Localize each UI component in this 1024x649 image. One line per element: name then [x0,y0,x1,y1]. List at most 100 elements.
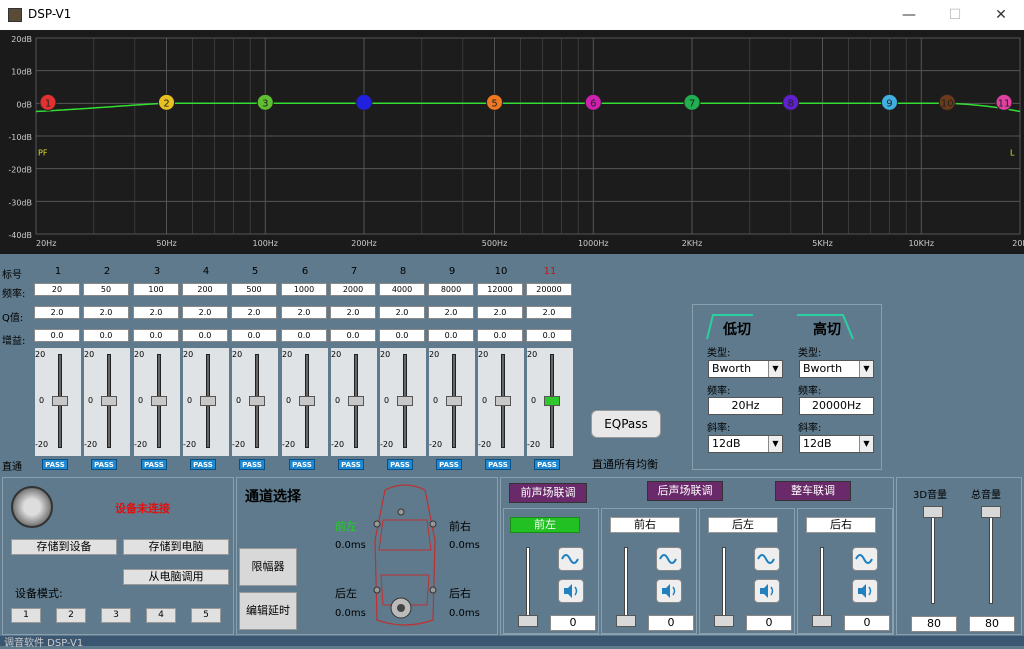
slider-thumb[interactable] [397,396,413,406]
slider-thumb[interactable] [101,396,117,406]
freq-input[interactable]: 100 [133,283,179,296]
slider-thumb[interactable] [151,396,167,406]
speaker-icon[interactable] [754,579,780,603]
front-link-button[interactable]: 前声场联调 [509,483,587,503]
gain-slider[interactable]: 20 0 -20 [232,348,278,456]
eq-graph-canvas[interactable]: 20dB 10dB 0dB -10dB -20dB -30dB -40dB 20Hz 50Hz 1… [0,30,1024,254]
channel-volume-track[interactable] [722,547,726,623]
q-input[interactable]: 2.0 [379,306,425,319]
rear-left-label[interactable]: 后左 [335,585,357,601]
freq-input[interactable]: 50 [83,283,129,296]
pass-toggle[interactable]: PASS [485,459,511,470]
high-slope-select[interactable]: 12dB ▼ [799,435,874,453]
rear-right-label[interactable]: 后右 [449,585,471,601]
gain-input[interactable]: 0.0 [379,329,425,342]
limiter-button[interactable]: 限幅器 [239,548,297,586]
slider-thumb[interactable] [446,396,462,406]
waveform-icon[interactable] [558,547,584,571]
low-type-select[interactable]: Bworth ▼ [708,360,783,378]
minimize-button[interactable]: — [886,0,932,30]
q-input[interactable]: 2.0 [281,306,327,319]
freq-input[interactable]: 2000 [330,283,376,296]
pass-toggle[interactable]: PASS [239,459,265,470]
pass-toggle[interactable]: PASS [91,459,117,470]
front-left-label[interactable]: 前左 [335,518,357,534]
channel-volume-thumb[interactable] [812,615,832,627]
pass-toggle[interactable]: PASS [190,459,216,470]
gain-input[interactable]: 0.0 [477,329,523,342]
gain-input[interactable]: 0.0 [133,329,179,342]
channel-volume-value[interactable]: 0 [844,615,890,631]
q-input[interactable]: 2.0 [330,306,376,319]
mixer-channel-label[interactable]: 后左 [708,517,778,533]
slider-thumb[interactable] [249,396,265,406]
high-type-select[interactable]: Bworth ▼ [799,360,874,378]
channel-volume-thumb[interactable] [714,615,734,627]
freq-input[interactable]: 500 [231,283,277,296]
channel-volume-thumb[interactable] [616,615,636,627]
vol3d-slider-thumb[interactable] [923,506,943,518]
waveform-icon[interactable] [754,547,780,571]
gain-slider[interactable]: 20 0 -20 [84,348,130,456]
pass-toggle[interactable]: PASS [338,459,364,470]
gain-slider[interactable]: 20 0 -20 [134,348,180,456]
slider-thumb[interactable] [348,396,364,406]
save-to-pc-button[interactable]: 存储到电脑 [123,539,229,555]
gain-input[interactable]: 0.0 [83,329,129,342]
mixer-channel-label[interactable]: 前左 [510,517,580,533]
gain-input[interactable]: 0.0 [526,329,572,342]
channel-volume-value[interactable]: 0 [648,615,694,631]
waveform-icon[interactable] [852,547,878,571]
high-freq-input[interactable]: 20000Hz [799,397,874,415]
slider-thumb[interactable] [52,396,68,406]
vol3d-value[interactable]: 80 [911,616,957,632]
gain-input[interactable]: 0.0 [182,329,228,342]
pass-toggle[interactable]: PASS [42,459,68,470]
gain-input[interactable]: 0.0 [330,329,376,342]
q-input[interactable]: 2.0 [133,306,179,319]
vol3d-slider-track[interactable] [931,506,935,604]
maximize-button[interactable]: ☐ [932,0,978,30]
freq-input[interactable]: 200 [182,283,228,296]
mixer-channel-label[interactable]: 后右 [806,517,876,533]
low-slope-select[interactable]: 12dB ▼ [708,435,783,453]
close-button[interactable]: ✕ [978,0,1024,30]
gain-slider[interactable]: 20 0 -20 [282,348,328,456]
speaker-icon[interactable] [656,579,682,603]
freq-input[interactable]: 20000 [526,283,572,296]
mixer-channel-label[interactable]: 前右 [610,517,680,533]
gain-slider[interactable]: 20 0 -20 [429,348,475,456]
gain-slider[interactable]: 20 0 -20 [478,348,524,456]
q-input[interactable]: 2.0 [526,306,572,319]
pass-toggle[interactable]: PASS [534,459,560,470]
gain-input[interactable]: 0.0 [428,329,474,342]
slider-thumb[interactable] [299,396,315,406]
slider-thumb[interactable] [495,396,511,406]
gain-input[interactable]: 0.0 [231,329,277,342]
q-input[interactable]: 2.0 [182,306,228,319]
gain-slider[interactable]: 20 0 -20 [527,348,573,456]
eq-band-marker-4[interactable] [355,93,373,111]
device-mode-button-4[interactable]: 4 [146,608,176,623]
device-mode-button-1[interactable]: 1 [11,608,41,623]
speaker-icon[interactable] [558,579,584,603]
channel-volume-value[interactable]: 0 [550,615,596,631]
gain-input[interactable]: 0.0 [34,329,80,342]
master-value[interactable]: 80 [969,616,1015,632]
eq-response-graph[interactable]: 20dB 10dB 0dB -10dB -20dB -30dB -40dB 20Hz 50Hz 1… [0,30,1024,254]
channel-volume-track[interactable] [526,547,530,623]
q-input[interactable]: 2.0 [428,306,474,319]
pass-toggle[interactable]: PASS [141,459,167,470]
freq-input[interactable]: 8000 [428,283,474,296]
speaker-icon[interactable] [852,579,878,603]
master-slider-thumb[interactable] [981,506,1001,518]
gain-slider[interactable]: 20 0 -20 [35,348,81,456]
device-mode-button-5[interactable]: 5 [191,608,221,623]
channel-volume-value[interactable]: 0 [746,615,792,631]
device-mode-button-3[interactable]: 3 [101,608,131,623]
rear-link-button[interactable]: 后声场联调 [647,481,723,501]
q-input[interactable]: 2.0 [34,306,80,319]
freq-input[interactable]: 4000 [379,283,425,296]
channel-volume-thumb[interactable] [518,615,538,627]
low-freq-input[interactable]: 20Hz [708,397,783,415]
